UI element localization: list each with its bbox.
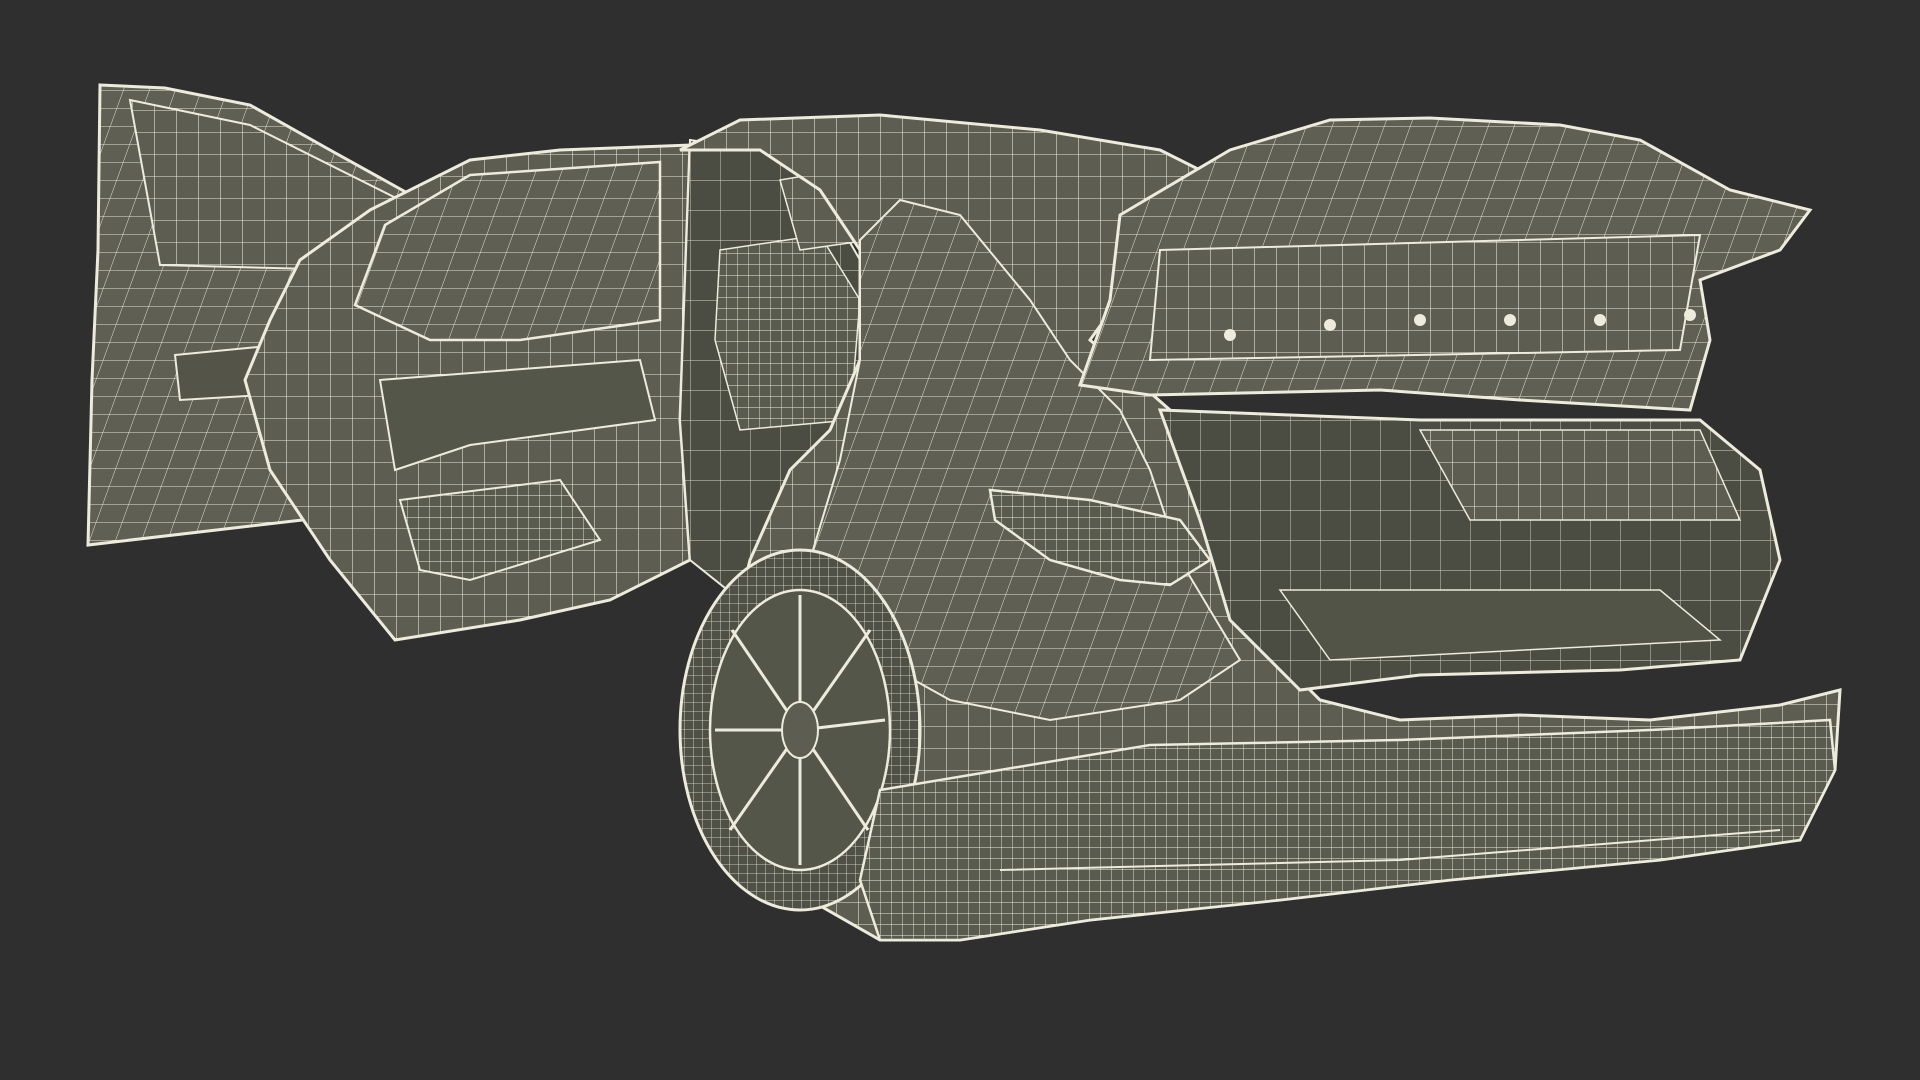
trunk-lid [1077,116,1813,412]
render-viewport [0,0,1920,1080]
car-wireframe-render [86,83,1842,942]
